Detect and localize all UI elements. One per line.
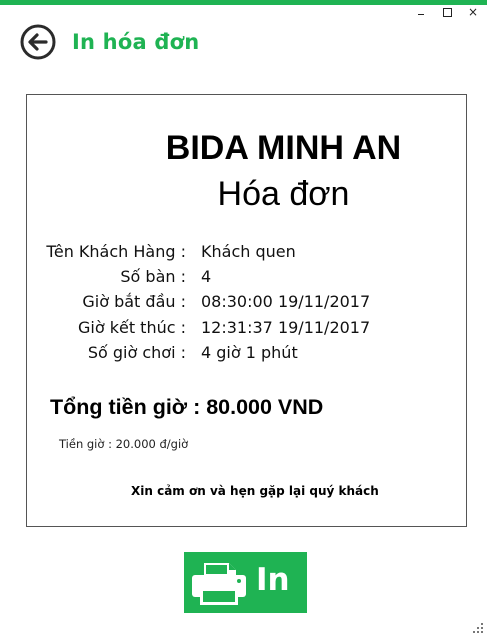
thank-you-message: Xin cảm ơn và hẹn gặp lại quý khách [131,484,379,498]
table-number-label: Số bàn : [120,267,186,287]
end-time-label: Giờ kết thúc : [77,317,186,337]
back-arrow-icon [20,24,56,60]
window-accent-bar [0,0,487,5]
start-time-row: Giờ bắt đầu : 08:30:00 19/11/2017 [27,290,468,315]
shop-name: BIDA MINH AN [165,129,402,167]
invoice-title: Hóa đơn [217,175,350,213]
minimize-icon[interactable] [415,6,427,18]
total-amount: Tổng tiền giờ : 80.000 VND [50,395,324,419]
resize-grip-icon[interactable] [472,622,484,634]
invoice-details: Tên Khách Hàng : Khách quen Số bàn : 4 G… [27,240,468,366]
end-time-row: Giờ kết thúc : 12:31:37 19/11/2017 [27,316,468,341]
print-button[interactable]: In [184,552,307,613]
print-invoice-window: × In hóa đơn BIDA MINH AN Hóa đơn Tên Kh… [0,0,487,637]
play-duration-label: Số giờ chơi : [87,342,186,362]
customer-name-row: Tên Khách Hàng : Khách quen [27,240,468,265]
hourly-rate: Tiền giờ : 20.000 đ/giờ [59,437,189,451]
maximize-icon[interactable] [441,6,453,18]
start-time-label: Giờ bắt đầu : [82,292,186,312]
start-time-value: 08:30:00 19/11/2017 [201,292,371,312]
table-number-row: Số bàn : 4 [27,265,468,290]
page-title: In hóa đơn [72,30,200,54]
play-duration-row: Số giờ chơi : 4 giờ 1 phút [27,341,468,366]
invoice-receipt: BIDA MINH AN Hóa đơn Tên Khách Hàng : Kh… [26,94,467,527]
header: In hóa đơn [20,24,199,60]
play-duration-value: 4 giờ 1 phút [201,342,298,362]
end-time-value: 12:31:37 19/11/2017 [201,317,371,337]
close-icon[interactable]: × [467,6,479,18]
print-button-label: In [256,562,290,598]
window-controls: × [415,6,479,18]
customer-name-value: Khách quen [201,242,296,261]
customer-name-label: Tên Khách Hàng : [46,242,186,261]
printer-icon [192,563,246,605]
table-number-value: 4 [201,267,212,287]
back-button[interactable] [20,24,56,60]
